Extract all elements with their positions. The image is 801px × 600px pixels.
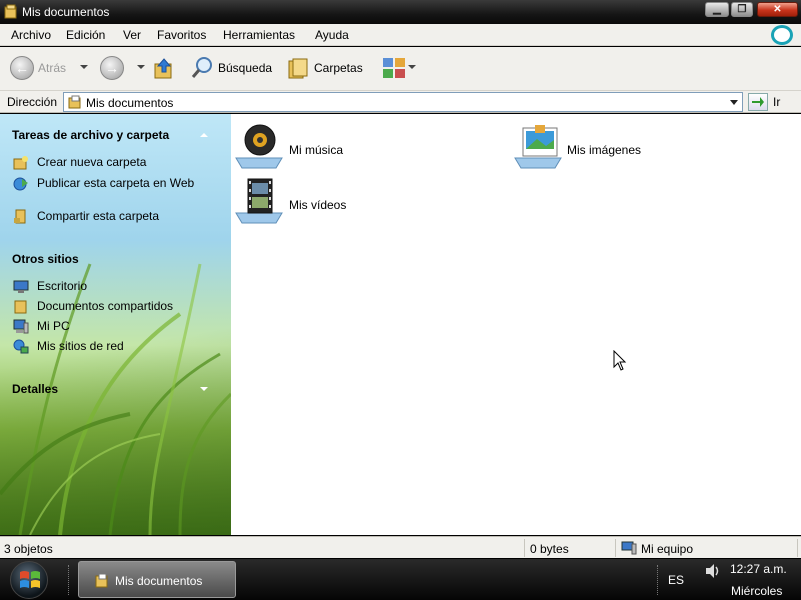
pictures-folder-icon <box>514 125 562 169</box>
taskbar-item-label: Mis documentos <box>115 574 203 588</box>
place-my-computer[interactable]: Mi PC <box>37 319 222 334</box>
views-icon[interactable] <box>382 57 406 79</box>
up-folder-icon[interactable] <box>152 57 176 81</box>
back-label: Atrás <box>38 61 67 75</box>
menu-ver[interactable]: Ver <box>123 28 141 42</box>
mouse-cursor-icon <box>613 350 627 371</box>
windows-logo-icon <box>771 25 793 45</box>
folders-button[interactable]: Carpetas <box>314 61 363 75</box>
publish-web-icon <box>13 177 28 191</box>
videos-folder-icon <box>235 178 283 224</box>
menu-favoritos[interactable]: Favoritos <box>157 28 206 42</box>
task-new-folder[interactable]: Crear nueva carpeta <box>37 155 222 170</box>
maximize-button[interactable]: ❐ <box>731 2 753 17</box>
network-places-icon <box>13 339 29 354</box>
desktop-icon <box>13 280 29 293</box>
share-folder-icon <box>14 209 26 224</box>
clock-time[interactable]: 12:27 a.m. <box>730 562 787 576</box>
folder-item-videos[interactable]: Mis vídeos <box>234 177 434 225</box>
places-section-title[interactable]: Otros sitios <box>12 252 79 266</box>
tasks-section-title[interactable]: Tareas de archivo y carpeta <box>12 128 169 142</box>
status-zone: Mi equipo <box>641 542 694 556</box>
status-objects: 3 objetos <box>4 542 53 556</box>
back-dropdown-icon[interactable] <box>80 65 88 69</box>
folder-label-pictures: Mis imágenes <box>567 143 642 157</box>
forward-dropdown-icon[interactable] <box>137 65 145 69</box>
forward-button[interactable]: → <box>100 56 124 80</box>
go-button[interactable] <box>748 93 768 111</box>
arrow-right-icon: → <box>105 60 119 76</box>
folders-icon[interactable] <box>286 56 310 80</box>
arrow-left-icon: ← <box>15 60 29 76</box>
windows-logo-icon <box>20 571 40 588</box>
search-icon[interactable] <box>190 56 214 80</box>
task-publish-web[interactable]: Publicar esta carpeta en Web <box>37 176 222 191</box>
address-value: Mis documentos <box>86 96 174 110</box>
back-button[interactable]: ← <box>10 56 34 80</box>
address-input[interactable]: Mis documentos <box>63 92 743 112</box>
minimize-button[interactable]: ▁ <box>705 2 729 17</box>
file-list: Mi música Mis imágenes Mis vídeos <box>231 114 801 535</box>
my-computer-icon <box>621 541 637 555</box>
toolbar: ← Atrás → Búsqueda Carpetas <box>0 47 801 91</box>
close-button[interactable]: ✕ <box>757 2 798 17</box>
folder-icon <box>4 4 17 19</box>
status-size: 0 bytes <box>530 542 569 556</box>
window-title: Mis documentos <box>22 5 110 19</box>
details-section-title[interactable]: Detalles <box>12 382 58 396</box>
tray-grip[interactable] <box>657 565 660 595</box>
status-bar: 3 objetos 0 bytes Mi equipo <box>0 536 801 558</box>
language-indicator[interactable]: ES <box>668 573 684 587</box>
go-arrow-icon <box>752 97 764 107</box>
expand-details-icon[interactable] <box>200 387 208 391</box>
menu-ayuda[interactable]: Ayuda <box>315 28 349 42</box>
start-button[interactable] <box>10 561 48 599</box>
menu-bar: Archivo Edición Ver Favoritos Herramient… <box>0 24 801 46</box>
address-label: Dirección <box>7 95 58 109</box>
task-pane: Tareas de archivo y carpeta Crear nueva … <box>0 114 231 535</box>
collapse-tasks-icon[interactable] <box>200 133 208 137</box>
title-bar[interactable]: Mis documentos ▁ ❐ ✕ <box>0 0 801 24</box>
search-button[interactable]: Búsqueda <box>218 61 272 75</box>
folder-label-videos: Mis vídeos <box>289 198 347 212</box>
music-folder-icon <box>235 124 283 169</box>
shared-docs-icon <box>14 300 27 314</box>
menu-edicion[interactable]: Edición <box>66 28 105 42</box>
folder-label-music: Mi música <box>289 143 344 157</box>
place-network[interactable]: Mis sitios de red <box>37 339 222 354</box>
volume-icon[interactable] <box>704 563 722 579</box>
taskbar: Mis documentos ES 12:27 a.m. Miércoles <box>0 559 801 600</box>
chevron-down-icon[interactable] <box>730 100 738 105</box>
status-divider <box>524 539 525 557</box>
my-computer-icon <box>13 319 29 334</box>
taskbar-item-mis-documentos[interactable]: Mis documentos <box>78 561 236 598</box>
address-bar: Dirección Mis documentos Ir <box>0 91 801 113</box>
documents-folder-icon <box>68 95 81 109</box>
place-shared-docs[interactable]: Documentos compartidos <box>37 299 222 314</box>
taskbar-grip[interactable] <box>68 565 71 595</box>
folder-item-pictures[interactable]: Mis imágenes <box>513 122 713 170</box>
menu-archivo[interactable]: Archivo <box>11 28 51 42</box>
status-divider <box>615 539 616 557</box>
clock-day: Miércoles <box>731 584 783 598</box>
menu-herramientas[interactable]: Herramientas <box>223 28 295 42</box>
folder-item-music[interactable]: Mi música <box>234 122 434 170</box>
go-label[interactable]: Ir <box>773 95 780 109</box>
task-share-folder[interactable]: Compartir esta carpeta <box>37 209 222 224</box>
folder-icon <box>95 573 108 588</box>
status-divider <box>797 539 798 557</box>
place-desktop[interactable]: Escritorio <box>37 279 222 294</box>
new-folder-icon <box>13 156 28 170</box>
views-dropdown-icon[interactable] <box>408 65 416 69</box>
